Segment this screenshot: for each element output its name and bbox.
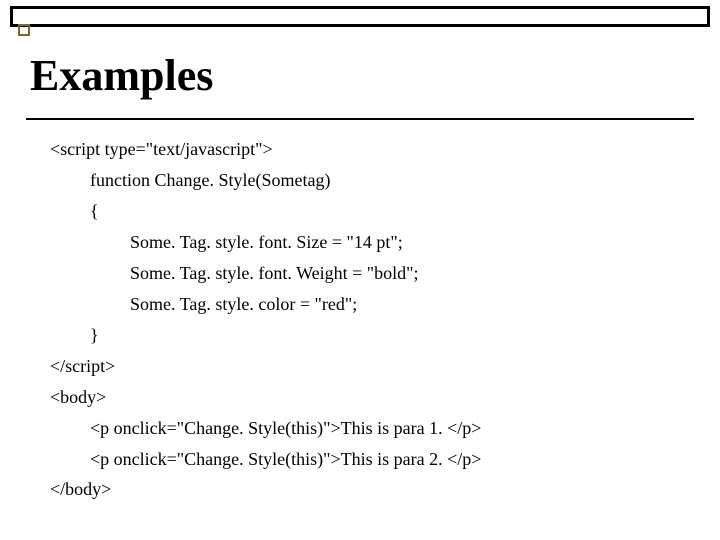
code-line: </script> [50,351,690,382]
decorative-square-icon [18,24,30,36]
code-line: <script type="text/javascript"> [50,134,690,165]
slide-title: Examples [30,50,213,101]
code-line: </body> [50,474,690,505]
title-underline [26,118,694,120]
code-line: <body> [50,382,690,413]
code-line: } [50,320,690,351]
slide-top-border [10,6,710,24]
code-line: Some. Tag. style. color = "red"; [50,289,690,320]
code-line: Some. Tag. style. font. Size = "14 pt"; [50,227,690,258]
code-line: <p onclick="Change. Style(this)">This is… [50,413,690,444]
code-line: Some. Tag. style. font. Weight = "bold"; [50,258,690,289]
code-line: { [50,196,690,227]
code-line: function Change. Style(Sometag) [50,165,690,196]
code-block: <script type="text/javascript"> function… [50,134,690,505]
code-line: <p onclick="Change. Style(this)">This is… [50,444,690,475]
